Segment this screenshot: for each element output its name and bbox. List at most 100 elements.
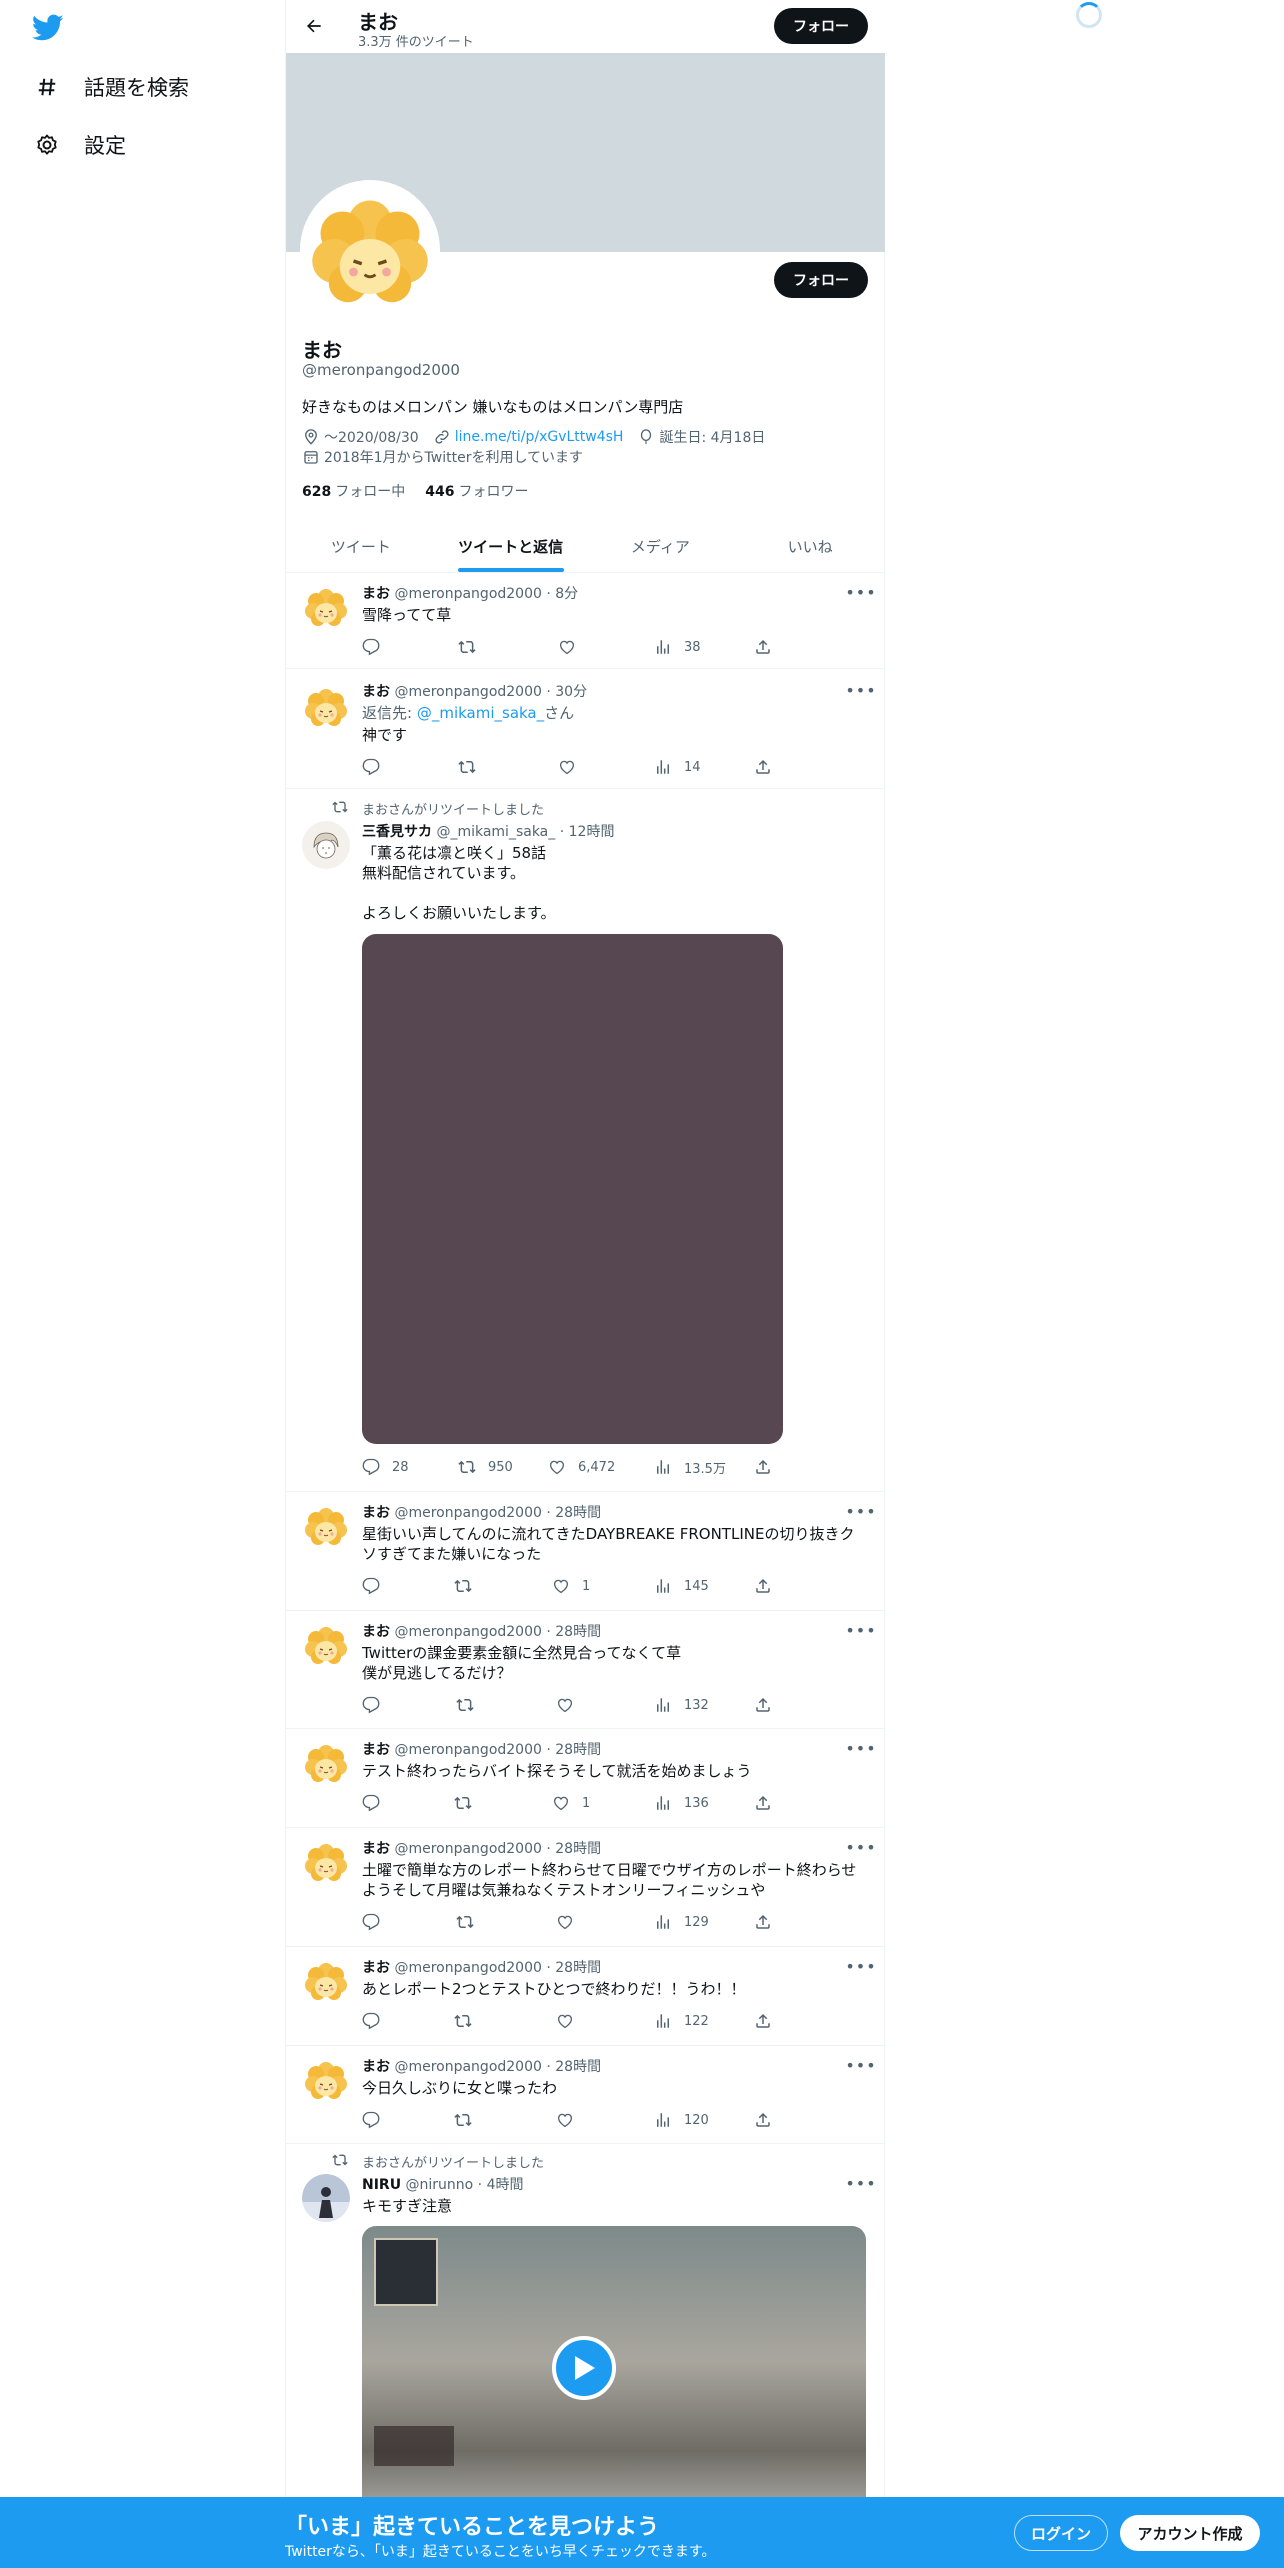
twitter-logo-icon[interactable] (31, 14, 64, 42)
tweet-time[interactable]: 28時間 (555, 1505, 601, 1521)
tweet-author-handle[interactable]: @nirunno (406, 2177, 474, 2193)
views-button[interactable]: 129 (654, 1912, 709, 1932)
like-button[interactable]: 1 (552, 1793, 590, 1813)
tweet-time[interactable]: 4時間 (487, 2177, 524, 2193)
retweet-button[interactable] (454, 2110, 472, 2130)
more-options-icon[interactable]: ••• (845, 583, 875, 602)
retweet-button[interactable] (456, 1695, 474, 1715)
avatar[interactable] (302, 1502, 350, 1550)
tweet-author-handle[interactable]: @_mikami_saka_ (436, 824, 555, 840)
like-button[interactable] (556, 2011, 574, 2031)
tweet-author-name[interactable]: まお (362, 1841, 390, 1857)
profile-avatar[interactable] (300, 180, 440, 320)
tweet-author-name[interactable]: まお (362, 1742, 390, 1758)
views-button[interactable]: 13.5万 (654, 1457, 726, 1477)
avatar[interactable] (302, 1838, 350, 1886)
views-button[interactable]: 145 (654, 1576, 709, 1596)
tweet-item[interactable]: まお @meronpangod2000 · 28時間 ••• 今日久しぶりに女と… (286, 2046, 885, 2144)
share-button[interactable] (754, 1793, 772, 1813)
reply-button[interactable] (362, 2110, 380, 2130)
more-options-icon[interactable]: ••• (845, 1621, 875, 1640)
retweeted-by[interactable]: まおさんがリツイートしました (362, 2152, 544, 2171)
play-button[interactable] (552, 2336, 616, 2400)
like-button[interactable] (558, 757, 576, 777)
like-button[interactable] (558, 637, 576, 657)
avatar[interactable] (302, 2174, 350, 2222)
tweet-author-handle[interactable]: @meronpangod2000 (394, 1960, 541, 1976)
tweet-video[interactable] (362, 2226, 866, 2526)
tab-tweets[interactable]: ツイート (286, 520, 436, 572)
views-button[interactable]: 38 (654, 637, 701, 657)
tweet-time[interactable]: 28時間 (555, 2059, 601, 2075)
avatar[interactable] (302, 1621, 350, 1669)
tweet-author-handle[interactable]: @meronpangod2000 (394, 1505, 541, 1521)
share-button[interactable] (754, 1695, 772, 1715)
tweet-image[interactable] (362, 934, 783, 1444)
tweet-author-name[interactable]: 三香見サカ (362, 824, 432, 840)
share-button[interactable] (754, 1576, 772, 1596)
tweet-author-handle[interactable]: @meronpangod2000 (394, 586, 541, 602)
share-button[interactable] (754, 1912, 772, 1932)
tweet-author-name[interactable]: NIRU (362, 2177, 401, 2193)
reply-button[interactable] (362, 637, 380, 657)
signup-button[interactable]: アカウント作成 (1120, 2515, 1260, 2551)
more-options-icon[interactable]: ••• (845, 1838, 875, 1857)
retweeted-by[interactable]: まおさんがリツイートしました (362, 799, 544, 818)
more-options-icon[interactable]: ••• (845, 681, 875, 700)
header-follow-button[interactable]: フォロー (774, 8, 868, 44)
more-options-icon[interactable]: ••• (845, 2056, 875, 2075)
retweet-button[interactable] (454, 2011, 472, 2031)
tweet-author-handle[interactable]: @meronpangod2000 (394, 1841, 541, 1857)
tweet-item[interactable]: まお @meronpangod2000 · 28時間 ••• 土曜で簡単な方のレ… (286, 1828, 885, 1947)
tab-tweets-and-replies[interactable]: ツイートと返信 (436, 520, 586, 572)
tweet-author-name[interactable]: まお (362, 1960, 390, 1976)
nav-settings[interactable]: 設定 (34, 123, 126, 167)
avatar[interactable] (302, 1739, 350, 1787)
tweet-item[interactable]: まお @meronpangod2000 · 30分 ••• 返信先: @_mik… (286, 669, 885, 789)
tweet-author-name[interactable]: まお (362, 1624, 390, 1640)
retweet-button[interactable] (458, 637, 476, 657)
retweet-button[interactable] (454, 1576, 472, 1596)
tweet-time[interactable]: 8分 (555, 586, 578, 602)
more-options-icon[interactable]: ••• (845, 1739, 875, 1758)
like-button[interactable] (556, 1912, 574, 1932)
like-button[interactable] (556, 2110, 574, 2130)
tweet-time[interactable]: 28時間 (555, 1960, 601, 1976)
views-button[interactable]: 122 (654, 2011, 709, 2031)
reply-button[interactable] (362, 1695, 380, 1715)
tweet-author-name[interactable]: まお (362, 2059, 390, 2075)
tweet-time[interactable]: 28時間 (555, 1742, 601, 1758)
tweet-item[interactable]: まお @meronpangod2000 · 28時間 ••• テスト終わったらバ… (286, 1729, 885, 1828)
tweet-author-handle[interactable]: @meronpangod2000 (394, 1742, 541, 1758)
tweet-item[interactable]: まお @meronpangod2000 · 28時間 ••• Twitterの課… (286, 1611, 885, 1729)
avatar[interactable] (302, 821, 350, 869)
share-button[interactable] (754, 1457, 772, 1477)
tweet-item[interactable]: まお @meronpangod2000 · 28時間 ••• 星街いい声してんの… (286, 1492, 885, 1611)
tweet-author-handle[interactable]: @meronpangod2000 (394, 2059, 541, 2075)
more-options-icon[interactable]: ••• (845, 1957, 875, 1976)
share-button[interactable] (754, 637, 772, 657)
share-button[interactable] (754, 2011, 772, 2031)
tweet-time[interactable]: 28時間 (555, 1841, 601, 1857)
tweet-author-name[interactable]: まお (362, 1505, 390, 1521)
tweet-author-name[interactable]: まお (362, 684, 390, 700)
nav-explore[interactable]: 話題を検索 (34, 65, 189, 109)
avatar[interactable] (302, 2056, 350, 2104)
tweet-author-name[interactable]: まお (362, 586, 390, 602)
like-button[interactable]: 6,472 (548, 1457, 615, 1477)
reply-button[interactable] (362, 1793, 380, 1813)
followers-link[interactable]: 446 フォロワー (425, 481, 528, 501)
reply-button[interactable]: 28 (362, 1457, 409, 1477)
views-button[interactable]: 136 (654, 1793, 709, 1813)
following-link[interactable]: 628 フォロー中 (302, 481, 405, 501)
retweet-button[interactable]: 950 (458, 1457, 513, 1477)
tweet-item[interactable]: まおさんがリツイートしました 三香見サカ @_mikami_saka_ · 12… (286, 789, 885, 1492)
reply-button[interactable] (362, 2011, 380, 2031)
views-button[interactable]: 132 (654, 1695, 709, 1715)
tweet-author-handle[interactable]: @meronpangod2000 (394, 684, 541, 700)
more-options-icon[interactable]: ••• (845, 2174, 875, 2193)
profile-follow-button[interactable]: フォロー (774, 262, 868, 298)
retweet-button[interactable] (456, 1912, 474, 1932)
tweet-item[interactable]: まお @meronpangod2000 · 28時間 ••• あとレポート2つと… (286, 1947, 885, 2046)
tab-likes[interactable]: いいね (735, 520, 885, 572)
